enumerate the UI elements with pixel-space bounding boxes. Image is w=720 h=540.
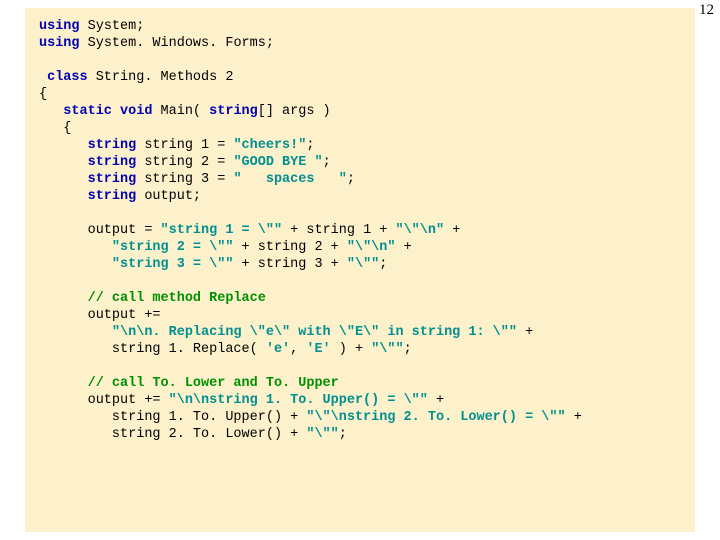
str-l24b: "\"\nstring 2. To. Lower() = \"" xyxy=(306,410,565,425)
txt-l20e: ) + xyxy=(331,342,372,357)
txt-l13c: + string 1 + xyxy=(282,223,395,238)
txt-l20c: , xyxy=(290,342,306,357)
txt-l09b: string 2 = xyxy=(136,155,233,170)
txt-l20a: string 1. Replace( xyxy=(39,342,266,357)
txt-l04b: String. Methods 2 xyxy=(88,70,234,85)
str-goodbye: "GOOD BYE " xyxy=(233,155,322,170)
txt-l08d: ; xyxy=(306,138,314,153)
kw-string-2: string xyxy=(39,155,136,170)
txt-l15a xyxy=(39,257,112,272)
txt-l19c: + xyxy=(517,325,533,340)
txt-l05: { xyxy=(39,87,47,102)
str-l13b: "string 1 = \"" xyxy=(161,223,283,238)
txt-l15e: ; xyxy=(379,257,387,272)
txt-l06b: Main( xyxy=(152,104,209,119)
txt-l20g: ; xyxy=(404,342,412,357)
txt-l25c: ; xyxy=(339,427,347,442)
txt-l14a xyxy=(39,240,112,255)
code-block: using System; using System. Windows. For… xyxy=(25,8,695,532)
txt-l24c: + xyxy=(566,410,582,425)
kw-using-2: using xyxy=(39,36,80,51)
str-l19b: "\n\n. Replacing \"e\" with \"E\" in str… xyxy=(112,325,517,340)
txt-l13a: output = xyxy=(39,223,161,238)
str-l15b: "string 3 = \"" xyxy=(112,257,234,272)
str-l20d: 'E' xyxy=(306,342,330,357)
txt-l13e: + xyxy=(444,223,460,238)
txt-l10d: ; xyxy=(347,172,355,187)
str-cheers: "cheers!" xyxy=(233,138,306,153)
txt-l23a: output += xyxy=(39,393,169,408)
txt-l23c: + xyxy=(428,393,444,408)
txt-l15c: + string 3 + xyxy=(233,257,346,272)
txt-l10b: string 3 = xyxy=(136,172,233,187)
txt-l18: output += xyxy=(39,308,161,323)
kw-string-3: string xyxy=(39,172,136,187)
txt-l06d: [] args ) xyxy=(258,104,331,119)
page-number: 12 xyxy=(699,2,714,19)
kw-string-param: string xyxy=(209,104,258,119)
kw-string-1: string xyxy=(39,138,136,153)
txt-l14e: + xyxy=(395,240,411,255)
txt-l24a: string 1. To. Upper() + xyxy=(39,410,306,425)
kw-string-4: string xyxy=(39,189,136,204)
str-l13d: "\"\n" xyxy=(395,223,444,238)
page-container: 12 using System; using System. Windows. … xyxy=(0,0,720,540)
kw-using-1: using xyxy=(39,19,80,34)
txt-l08b: string 1 = xyxy=(136,138,233,153)
str-spaces: " spaces " xyxy=(233,172,346,187)
str-l25b: "\"" xyxy=(306,427,338,442)
str-l23b: "\n\nstring 1. To. Upper() = \"" xyxy=(169,393,428,408)
txt-l14c: + string 2 + xyxy=(233,240,346,255)
txt-l11b: output; xyxy=(136,189,201,204)
str-l20f: "\"" xyxy=(371,342,403,357)
txt-l01b: System; xyxy=(80,19,145,34)
str-l20b: 'e' xyxy=(266,342,290,357)
comment-tolower: // call To. Lower and To. Upper xyxy=(39,376,339,391)
txt-l02b: System. Windows. Forms; xyxy=(80,36,274,51)
txt-l19a xyxy=(39,325,112,340)
txt-l25a: string 2. To. Lower() + xyxy=(39,427,306,442)
txt-l09d: ; xyxy=(323,155,331,170)
str-l14b: "string 2 = \"" xyxy=(112,240,234,255)
txt-l07: { xyxy=(39,121,71,136)
kw-static-void: static void xyxy=(39,104,152,119)
comment-replace: // call method Replace xyxy=(39,291,266,306)
kw-class: class xyxy=(39,70,88,85)
str-l14d: "\"\n" xyxy=(347,240,396,255)
str-l15d: "\"" xyxy=(347,257,379,272)
